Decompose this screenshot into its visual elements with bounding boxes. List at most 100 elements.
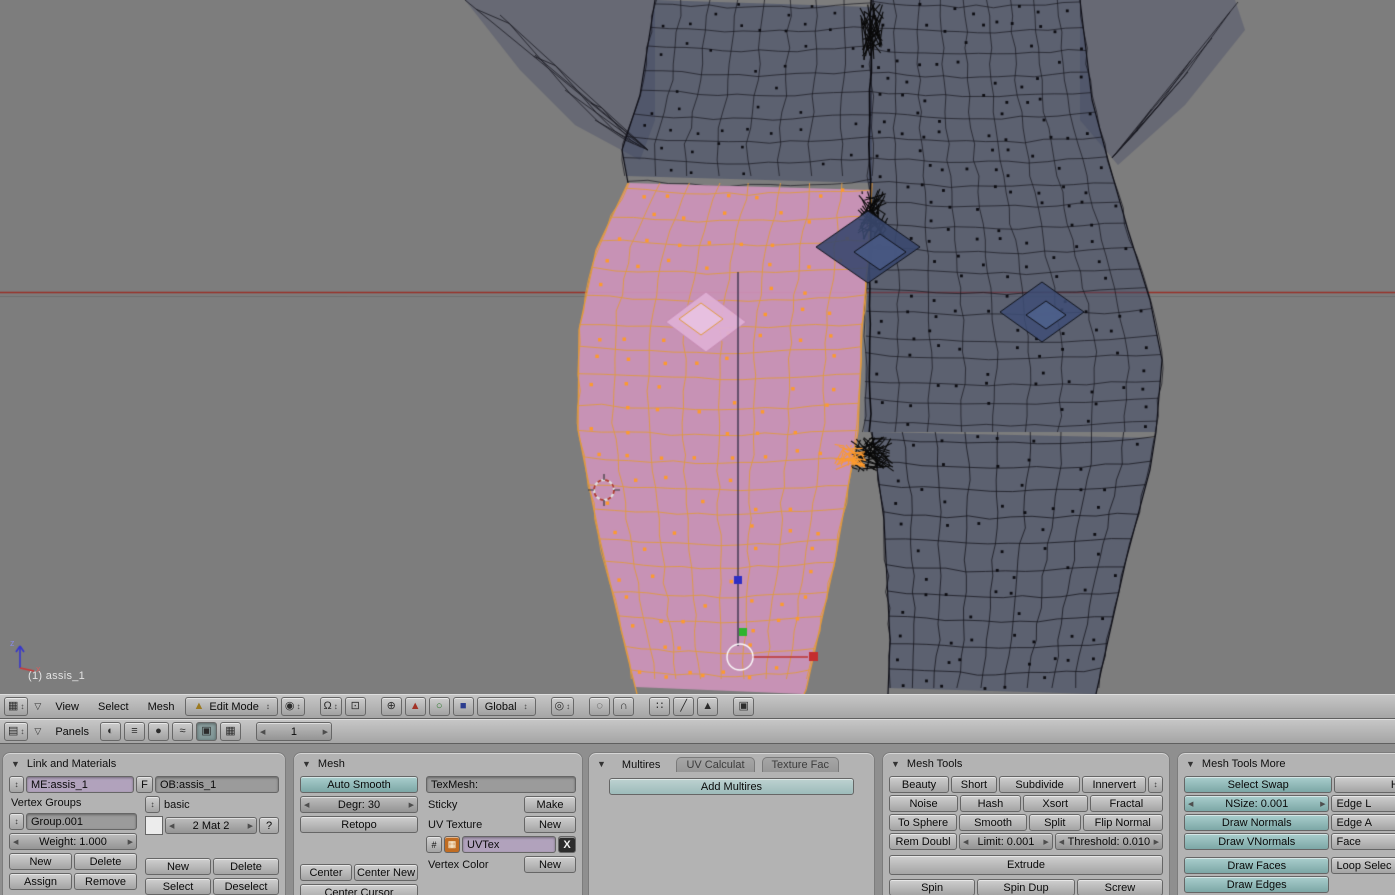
fractal-button[interactable]: Fractal	[1090, 795, 1163, 812]
draw-edges-button[interactable]: Draw Edges	[1184, 876, 1329, 893]
auto-smooth-button[interactable]: Auto Smooth	[300, 776, 418, 793]
beauty-button[interactable]: Beauty	[889, 776, 949, 793]
manipulator-hand-button[interactable]: ⊕	[381, 697, 402, 716]
draw-faces-button[interactable]: Draw Faces	[1184, 857, 1329, 874]
spin-dup-button[interactable]: Spin Dup	[977, 879, 1075, 895]
screw-button[interactable]: Screw	[1077, 879, 1163, 895]
select-swap-button[interactable]: Select Swap	[1184, 776, 1332, 793]
vgroup-delete-button[interactable]: Delete	[74, 853, 137, 870]
material-new-button[interactable]: New	[145, 858, 211, 875]
menu-select[interactable]: Select	[90, 699, 137, 715]
editor-type-button[interactable]: ▦ ↕	[4, 697, 28, 716]
panel-collapse-icon[interactable]: ▼	[1186, 759, 1195, 769]
uvtex-name-field[interactable]: UVTex	[462, 836, 556, 853]
material-delete-button[interactable]: Delete	[213, 858, 279, 875]
innervert-button[interactable]: Innervert	[1082, 776, 1146, 793]
weight-field[interactable]: Weight: 1.000	[9, 833, 137, 850]
vertex-select-button[interactable]: ∷	[649, 697, 670, 716]
menu-mesh[interactable]: Mesh	[140, 699, 183, 715]
subdivide-button[interactable]: Subdivide	[999, 776, 1081, 793]
viewport-shading-dropdown[interactable]: ◉ ↕	[281, 697, 305, 716]
viewport-3d[interactable]: z x (1) assis_1	[0, 0, 1395, 694]
edge-angles-button[interactable]: Edge A	[1331, 814, 1395, 831]
mode-dropdown[interactable]: ▲ Edit Mode ↕	[185, 697, 277, 716]
material-count-field[interactable]: 2 Mat 2	[165, 817, 257, 834]
texmesh-field[interactable]: TexMesh:	[426, 776, 576, 793]
center-button[interactable]: Center	[300, 864, 352, 881]
limit-field[interactable]: Limit: 0.001	[959, 833, 1053, 850]
header-collapse-button[interactable]: ▽	[31, 726, 44, 737]
draw-vnormals-button[interactable]: Draw VNormals	[1184, 833, 1329, 850]
header-collapse-button[interactable]: ▽	[31, 701, 44, 712]
mesh-browse-button[interactable]: ↕	[9, 776, 24, 793]
spin-button[interactable]: Spin	[889, 879, 975, 895]
material-browse-button[interactable]: ↕	[145, 796, 160, 813]
material-color-swatch[interactable]	[145, 816, 163, 835]
vertex-group-field[interactable]: Group.001	[26, 813, 137, 830]
smooth-button[interactable]: Smooth	[959, 814, 1027, 831]
scene-context-button[interactable]: ▦	[220, 722, 241, 741]
mesh-name-field[interactable]: ME:assis_1	[26, 776, 134, 793]
logic-context-button[interactable]: ◐	[100, 722, 121, 741]
edge-select-button[interactable]: ╱	[673, 697, 694, 716]
hide-button[interactable]: Hide	[1334, 776, 1395, 793]
to-sphere-button[interactable]: To Sphere	[889, 814, 957, 831]
snap-target-button[interactable]: ⊡	[345, 697, 366, 716]
panels-menu[interactable]: Panels	[47, 724, 97, 740]
draw-normals-button[interactable]: Draw Normals	[1184, 814, 1329, 831]
panel-collapse-icon[interactable]: ▼	[597, 759, 606, 769]
panel-collapse-icon[interactable]: ▼	[302, 759, 311, 769]
noise-button[interactable]: Noise	[889, 795, 958, 812]
panel-collapse-icon[interactable]: ▼	[891, 759, 900, 769]
short-button[interactable]: Short	[951, 776, 997, 793]
shading-context-button[interactable]: ●	[148, 722, 169, 741]
tab-texture-face[interactable]: Texture Fac	[762, 757, 839, 772]
editing-context-button[interactable]: ▣	[196, 722, 217, 741]
pivot-dropdown[interactable]: Ω ↕	[320, 697, 342, 716]
frame-number-field[interactable]: 1	[256, 722, 332, 741]
face-area-button[interactable]: Face	[1331, 833, 1395, 850]
sticky-make-button[interactable]: Make	[524, 796, 576, 813]
rem-doubles-button[interactable]: Rem Doubl	[889, 833, 957, 850]
retopo-button[interactable]: Retopo	[300, 816, 418, 833]
vertex-color-new-button[interactable]: New	[524, 856, 576, 873]
threshold-field[interactable]: Threshold: 0.010	[1055, 833, 1163, 850]
object-name-field[interactable]: OB:assis_1	[155, 776, 279, 793]
nsize-field[interactable]: NSize: 0.001	[1184, 795, 1329, 812]
vgroup-new-button[interactable]: New	[9, 853, 72, 870]
xsort-button[interactable]: Xsort	[1023, 795, 1088, 812]
script-context-button[interactable]: ≡	[124, 722, 145, 741]
editor-type-button[interactable]: ▤ ↕	[4, 722, 28, 741]
loop-select-button[interactable]: Loop Selec	[1331, 857, 1395, 874]
edge-length-button[interactable]: Edge L	[1331, 795, 1395, 812]
center-cursor-button[interactable]: Center Cursor	[300, 884, 418, 895]
vgroup-remove-button[interactable]: Remove	[74, 873, 137, 890]
add-multires-button[interactable]: Add Multires	[609, 778, 854, 795]
manipulator-rotate-button[interactable]: ○	[429, 697, 450, 716]
tab-uv-calculate[interactable]: UV Calculat	[676, 757, 754, 772]
material-select-button[interactable]: Select	[145, 878, 211, 895]
split-button[interactable]: Split	[1029, 814, 1080, 831]
panel-collapse-icon[interactable]: ▼	[11, 759, 20, 769]
manipulator-translate-button[interactable]: ▲	[405, 697, 426, 716]
orientation-dropdown[interactable]: Global ↕	[477, 697, 536, 716]
vertex-group-browse-button[interactable]: ↕	[9, 813, 24, 830]
center-new-button[interactable]: Center New	[354, 864, 418, 881]
innervert-cycle-button[interactable]: ↕	[1148, 776, 1163, 793]
uv-texture-new-button[interactable]: New	[524, 816, 576, 833]
snap-magnet-button[interactable]: ∩	[613, 697, 634, 716]
face-select-button[interactable]: ▲	[697, 697, 718, 716]
material-deselect-button[interactable]: Deselect	[213, 878, 279, 895]
proportional-edit-button[interactable]: ◌	[589, 697, 610, 716]
world-context-button[interactable]: ≈	[172, 722, 193, 741]
mesh-wireframe-canvas[interactable]	[0, 0, 1395, 694]
vgroup-assign-button[interactable]: Assign	[9, 873, 72, 890]
menu-view[interactable]: View	[47, 699, 87, 715]
material-help-button[interactable]: ?	[259, 817, 279, 834]
rotation-center-dropdown[interactable]: ◎ ↕	[551, 697, 575, 716]
render-preview-button[interactable]: ▣	[733, 697, 754, 716]
grid-icon-button[interactable]: #	[426, 836, 442, 853]
manipulator-scale-button[interactable]: ■	[453, 697, 474, 716]
flip-normal-button[interactable]: Flip Normal	[1083, 814, 1163, 831]
degr-field[interactable]: Degr: 30	[300, 796, 418, 813]
